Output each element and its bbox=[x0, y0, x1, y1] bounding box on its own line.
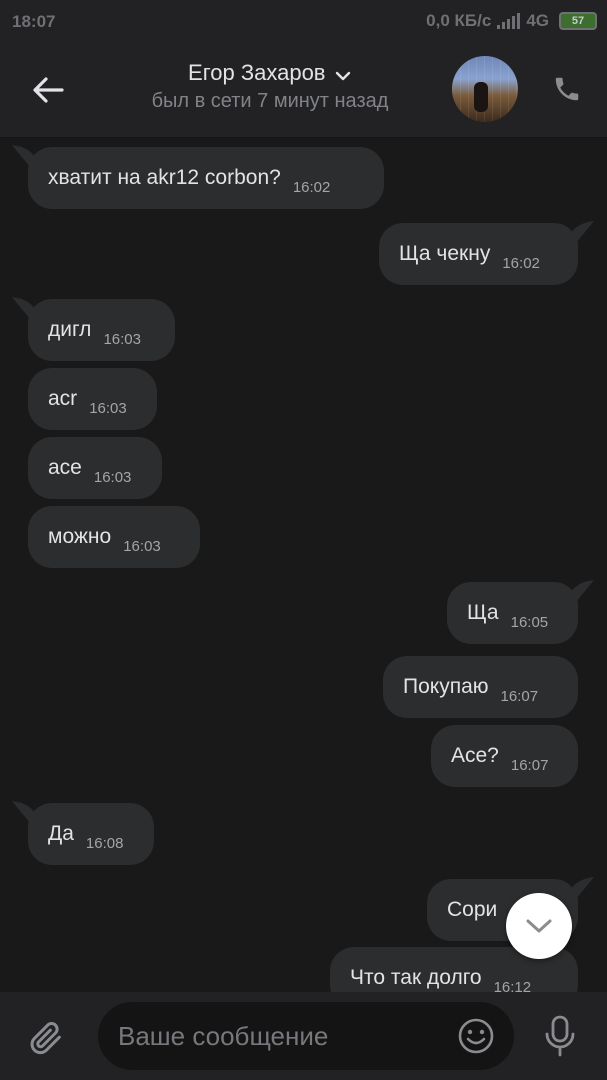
smile-icon[interactable] bbox=[456, 1016, 496, 1056]
avatar[interactable] bbox=[452, 56, 518, 122]
message-time: 16:03 bbox=[89, 399, 127, 417]
network-speed: 0,0 КБ/с bbox=[426, 11, 492, 30]
message-text: Ace? bbox=[451, 744, 499, 767]
message-outgoing[interactable]: Ща 16:05 bbox=[447, 580, 594, 644]
message-incoming[interactable]: Да 16:08 bbox=[12, 801, 154, 865]
message-text: ace bbox=[48, 456, 82, 479]
message-time: 16:03 bbox=[123, 537, 161, 555]
message-text: Ща bbox=[467, 601, 499, 624]
contact-title[interactable]: Егор Захаров был в сети 7 минут назад bbox=[100, 60, 440, 113]
message-outgoing[interactable]: Ace? 16:07 bbox=[431, 725, 578, 787]
signal-icon bbox=[497, 13, 521, 29]
status-bar: 18:07 0,0 КБ/с 4G 57 bbox=[0, 0, 607, 44]
battery-icon: 57 bbox=[559, 12, 597, 30]
message-time: 16:03 bbox=[93, 468, 132, 486]
contact-name[interactable]: Егор Захаров bbox=[188, 60, 325, 85]
message-text: Ща чекну bbox=[399, 242, 491, 265]
microphone-icon[interactable] bbox=[540, 1014, 580, 1058]
message-text: acr bbox=[48, 387, 78, 410]
network-type: 4G bbox=[526, 11, 549, 30]
message-outgoing[interactable]: Покупаю 16:07 bbox=[383, 656, 578, 718]
message-time: 16:03 bbox=[103, 330, 141, 348]
message-incoming[interactable]: можно 16:03 bbox=[28, 506, 200, 568]
scroll-down-button[interactable] bbox=[506, 893, 572, 959]
message-incoming[interactable]: ace 16:03 bbox=[28, 437, 162, 499]
message-time: 16:07 bbox=[510, 756, 549, 774]
message-text: Сори bbox=[447, 898, 498, 921]
status-indicators: 0,0 КБ/с 4G 57 bbox=[426, 11, 597, 31]
scroll-down-icon bbox=[526, 919, 552, 933]
message-text: Покупаю bbox=[403, 675, 489, 698]
phone-icon[interactable] bbox=[552, 74, 582, 104]
status-time: 18:07 bbox=[12, 12, 56, 31]
message-incoming[interactable]: acr 16:03 bbox=[28, 368, 157, 430]
back-arrow-icon[interactable] bbox=[30, 72, 66, 108]
message-time: 16:07 bbox=[500, 687, 539, 705]
message-time: 16:05 bbox=[510, 613, 549, 631]
message-text: Да bbox=[48, 822, 74, 845]
last-seen-status: был в сети 7 минут назад bbox=[151, 90, 389, 112]
paperclip-icon[interactable] bbox=[26, 1018, 66, 1058]
message-text: можно bbox=[48, 525, 112, 548]
message-input-placeholder: Ваше сообщение bbox=[118, 1020, 329, 1051]
message-time: 16:02 bbox=[502, 254, 540, 272]
message-text: дигл bbox=[48, 318, 92, 341]
chevron-down-icon[interactable] bbox=[334, 70, 352, 82]
message-composer: Ваше сообщение bbox=[0, 992, 607, 1080]
message-time: 16:02 bbox=[292, 178, 331, 196]
message-incoming[interactable]: хватит на akr12 corbon? 16:02 bbox=[12, 145, 384, 209]
message-text: Что так долго bbox=[350, 966, 482, 989]
message-input[interactable]: Ваше сообщение bbox=[98, 1002, 514, 1070]
chat-header: Егор Захаров был в сети 7 минут назад bbox=[0, 44, 607, 138]
message-text: хватит на akr12 corbon? bbox=[48, 166, 281, 189]
message-incoming[interactable]: дигл 16:03 bbox=[12, 297, 175, 361]
message-outgoing[interactable]: Ща чекну 16:02 bbox=[379, 221, 594, 285]
message-time: 16:08 bbox=[85, 834, 124, 852]
